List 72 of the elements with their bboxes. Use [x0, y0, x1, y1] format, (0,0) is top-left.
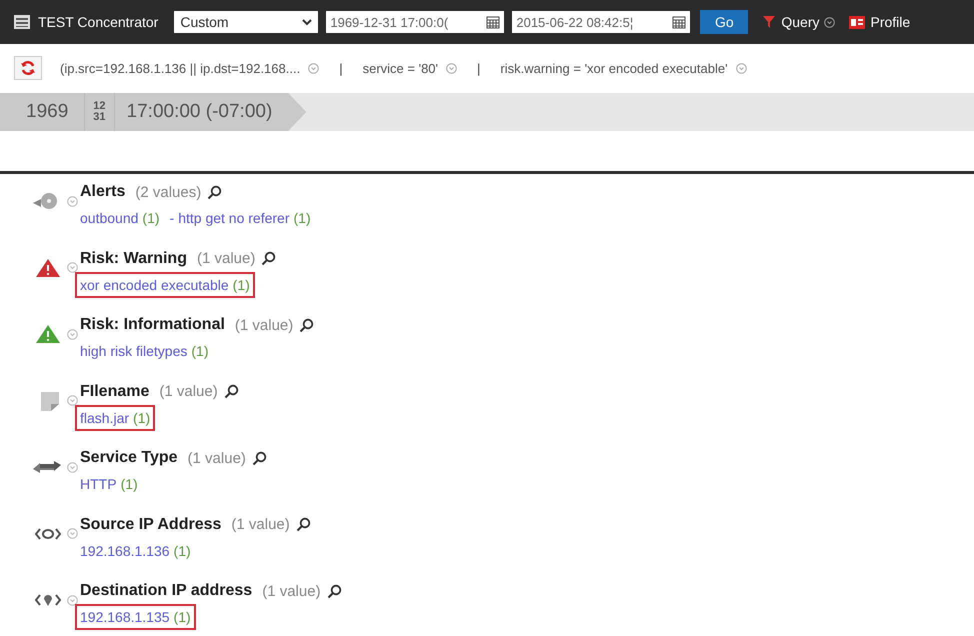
value-count: (1 value) — [159, 383, 218, 400]
meta-value-link[interactable]: xor encoded executable — [80, 276, 229, 292]
search-icon[interactable] — [326, 584, 342, 598]
filter-text: service = '80' — [362, 60, 438, 76]
go-button[interactable]: Go — [700, 10, 748, 34]
search-icon[interactable] — [224, 384, 239, 399]
search-icon[interactable] — [299, 318, 314, 332]
profile-menu[interactable]: Profile — [849, 14, 910, 30]
calendar-icon — [672, 15, 686, 29]
chevron-icon — [302, 18, 312, 26]
device-title: TEST Concentrator — [38, 14, 158, 30]
value-count: (1 value) — [234, 316, 294, 334]
meta-key-name: Alerts — [80, 183, 126, 201]
meta-key-name: Destination IP address — [80, 582, 252, 600]
end-time-field[interactable]: 2015-06-22 08:42:5¦ — [512, 11, 690, 33]
caret-icon[interactable] — [67, 395, 78, 406]
time-label: 17:00:00 (-07:00) — [114, 93, 306, 131]
meta-key-name: Risk: Warning — [80, 250, 187, 268]
refresh-button[interactable] — [14, 56, 42, 80]
warning-icon — [35, 258, 61, 278]
meta-value-link[interactable]: 192.168.1.136 — [80, 542, 170, 558]
meta-value-link[interactable]: 192.168.1.135 — [80, 609, 170, 625]
value-count: (1 value) — [188, 450, 246, 466]
search-icon[interactable] — [252, 450, 267, 466]
value-count: (1) — [191, 343, 209, 359]
value-count: (2 values) — [135, 184, 202, 200]
search-icon[interactable] — [296, 517, 311, 532]
query-menu[interactable]: Query — [762, 14, 836, 30]
separator: | — [477, 60, 480, 76]
meta-value-link[interactable]: http get no referer — [178, 210, 290, 226]
exchange-arrows-icon — [33, 459, 61, 475]
caret-icon[interactable] — [67, 262, 78, 273]
value-count: (1 value) — [231, 516, 290, 533]
value-count: (1) — [294, 210, 311, 226]
meta-value-link[interactable]: flash.jar — [80, 410, 130, 426]
meta-value-link[interactable]: high risk filetypes — [80, 343, 188, 359]
value-count: (1) — [232, 276, 250, 292]
filter-text: risk.warning = 'xor encoded executable' — [500, 60, 728, 76]
value-count: (1 value) — [262, 582, 321, 600]
value-count: (1 value) — [196, 250, 256, 267]
value-count: (1) — [120, 476, 138, 492]
value-count: (1) — [174, 542, 191, 558]
search-icon[interactable] — [207, 184, 222, 200]
day-label: 31 — [93, 112, 106, 123]
meta-key-name: Risk: Informational — [80, 316, 225, 334]
warning-icon — [35, 324, 61, 344]
meta-key-name: Service Type — [80, 449, 178, 467]
meta-value-link[interactable]: HTTP — [80, 476, 117, 492]
value-count: (1) — [174, 609, 191, 625]
range-select[interactable]: Custom — [174, 11, 318, 33]
destination-address-icon — [35, 593, 61, 607]
value-count: (1) — [133, 410, 150, 426]
search-icon[interactable] — [261, 251, 276, 266]
list-icon — [14, 15, 30, 29]
note-icon — [39, 390, 61, 412]
profile-icon — [849, 16, 866, 28]
start-time-field[interactable]: 1969-12-31 17:00:0( — [326, 11, 504, 33]
year-label: 1969 — [0, 93, 86, 131]
caret-icon — [824, 16, 836, 28]
caret-icon[interactable] — [67, 594, 78, 606]
meta-key-name: FIlename — [80, 382, 150, 400]
source-address-icon — [35, 526, 61, 540]
separator: - — [170, 210, 174, 226]
funnel-icon — [762, 15, 776, 29]
separator: | — [339, 60, 343, 76]
filter-text: (ip.src=192.168.1.136 || ip.dst=192.168.... — [60, 60, 300, 76]
value-count: (1) — [142, 210, 160, 226]
calendar-icon — [486, 15, 500, 29]
meta-value-link[interactable]: outbound — [80, 210, 138, 226]
meta-key-name: Source IP Address — [80, 516, 222, 534]
refresh-icon — [20, 60, 36, 76]
month-label: 12 — [93, 101, 106, 112]
